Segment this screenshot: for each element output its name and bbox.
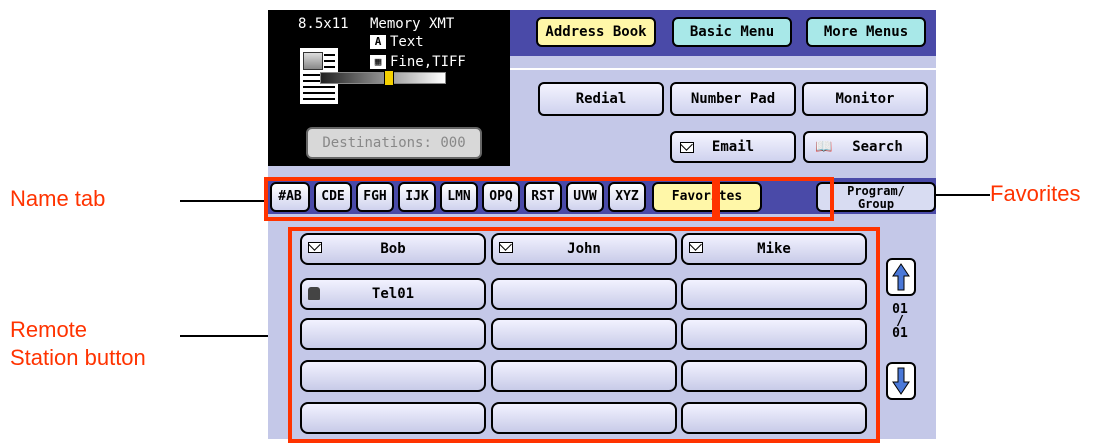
book-icon: 📖: [815, 139, 833, 155]
resolution-icon: ▦: [370, 55, 386, 69]
transmission-mode: Memory XMT: [370, 16, 455, 32]
callout-remote-station-line1: Remote: [10, 317, 88, 342]
original-type-label: Text: [390, 34, 424, 50]
status-panel: 8.5x11 Memory XMT A Text ▦ Fine,TIFF Desti…: [268, 10, 510, 166]
more-menus-button[interactable]: More Menus: [806, 17, 926, 47]
email-icon: [680, 142, 694, 153]
divider: [510, 68, 936, 70]
resolution: ▦ Fine,TIFF: [370, 54, 466, 70]
original-type: A Text: [370, 34, 424, 50]
page-total: 01: [892, 326, 908, 341]
paper-size: 8.5x11: [298, 16, 349, 32]
search-button-label: Search: [852, 139, 903, 155]
program-group-line2: Group: [857, 197, 895, 211]
resolution-label: Fine,TIFF: [390, 54, 466, 70]
email-button-label: Email: [711, 139, 755, 155]
scroll-up-button[interactable]: [886, 258, 916, 296]
callout-favorites: Favorites: [990, 181, 1081, 206]
contrast-slider: [310, 70, 460, 86]
arrow-down-icon: [892, 367, 910, 395]
callout-line-name-tab: [180, 200, 266, 202]
email-button[interactable]: Email: [670, 131, 796, 163]
favorites-highlight: [716, 177, 834, 221]
page-indicator: 01 / 01: [880, 303, 920, 341]
tab-program-group[interactable]: Program/ Group: [816, 182, 936, 212]
scroll-down-button[interactable]: [886, 362, 916, 400]
remote-station-highlight: [288, 227, 880, 443]
callout-name-tab: Name tab: [10, 186, 106, 211]
destinations-button[interactable]: Destinations: 000: [306, 127, 482, 159]
basic-menu-button[interactable]: Basic Menu: [672, 17, 792, 47]
arrow-up-icon: [892, 263, 910, 291]
search-button[interactable]: 📖 Search: [803, 131, 928, 163]
text-mode-icon: A: [370, 35, 386, 49]
redial-button[interactable]: Redial: [538, 82, 664, 116]
name-tab-highlight: [264, 177, 716, 221]
monitor-button[interactable]: Monitor: [802, 82, 928, 116]
number-pad-button[interactable]: Number Pad: [670, 82, 796, 116]
address-book-button[interactable]: Address Book: [536, 17, 656, 47]
callout-remote-station-line2: Station button: [10, 345, 146, 370]
